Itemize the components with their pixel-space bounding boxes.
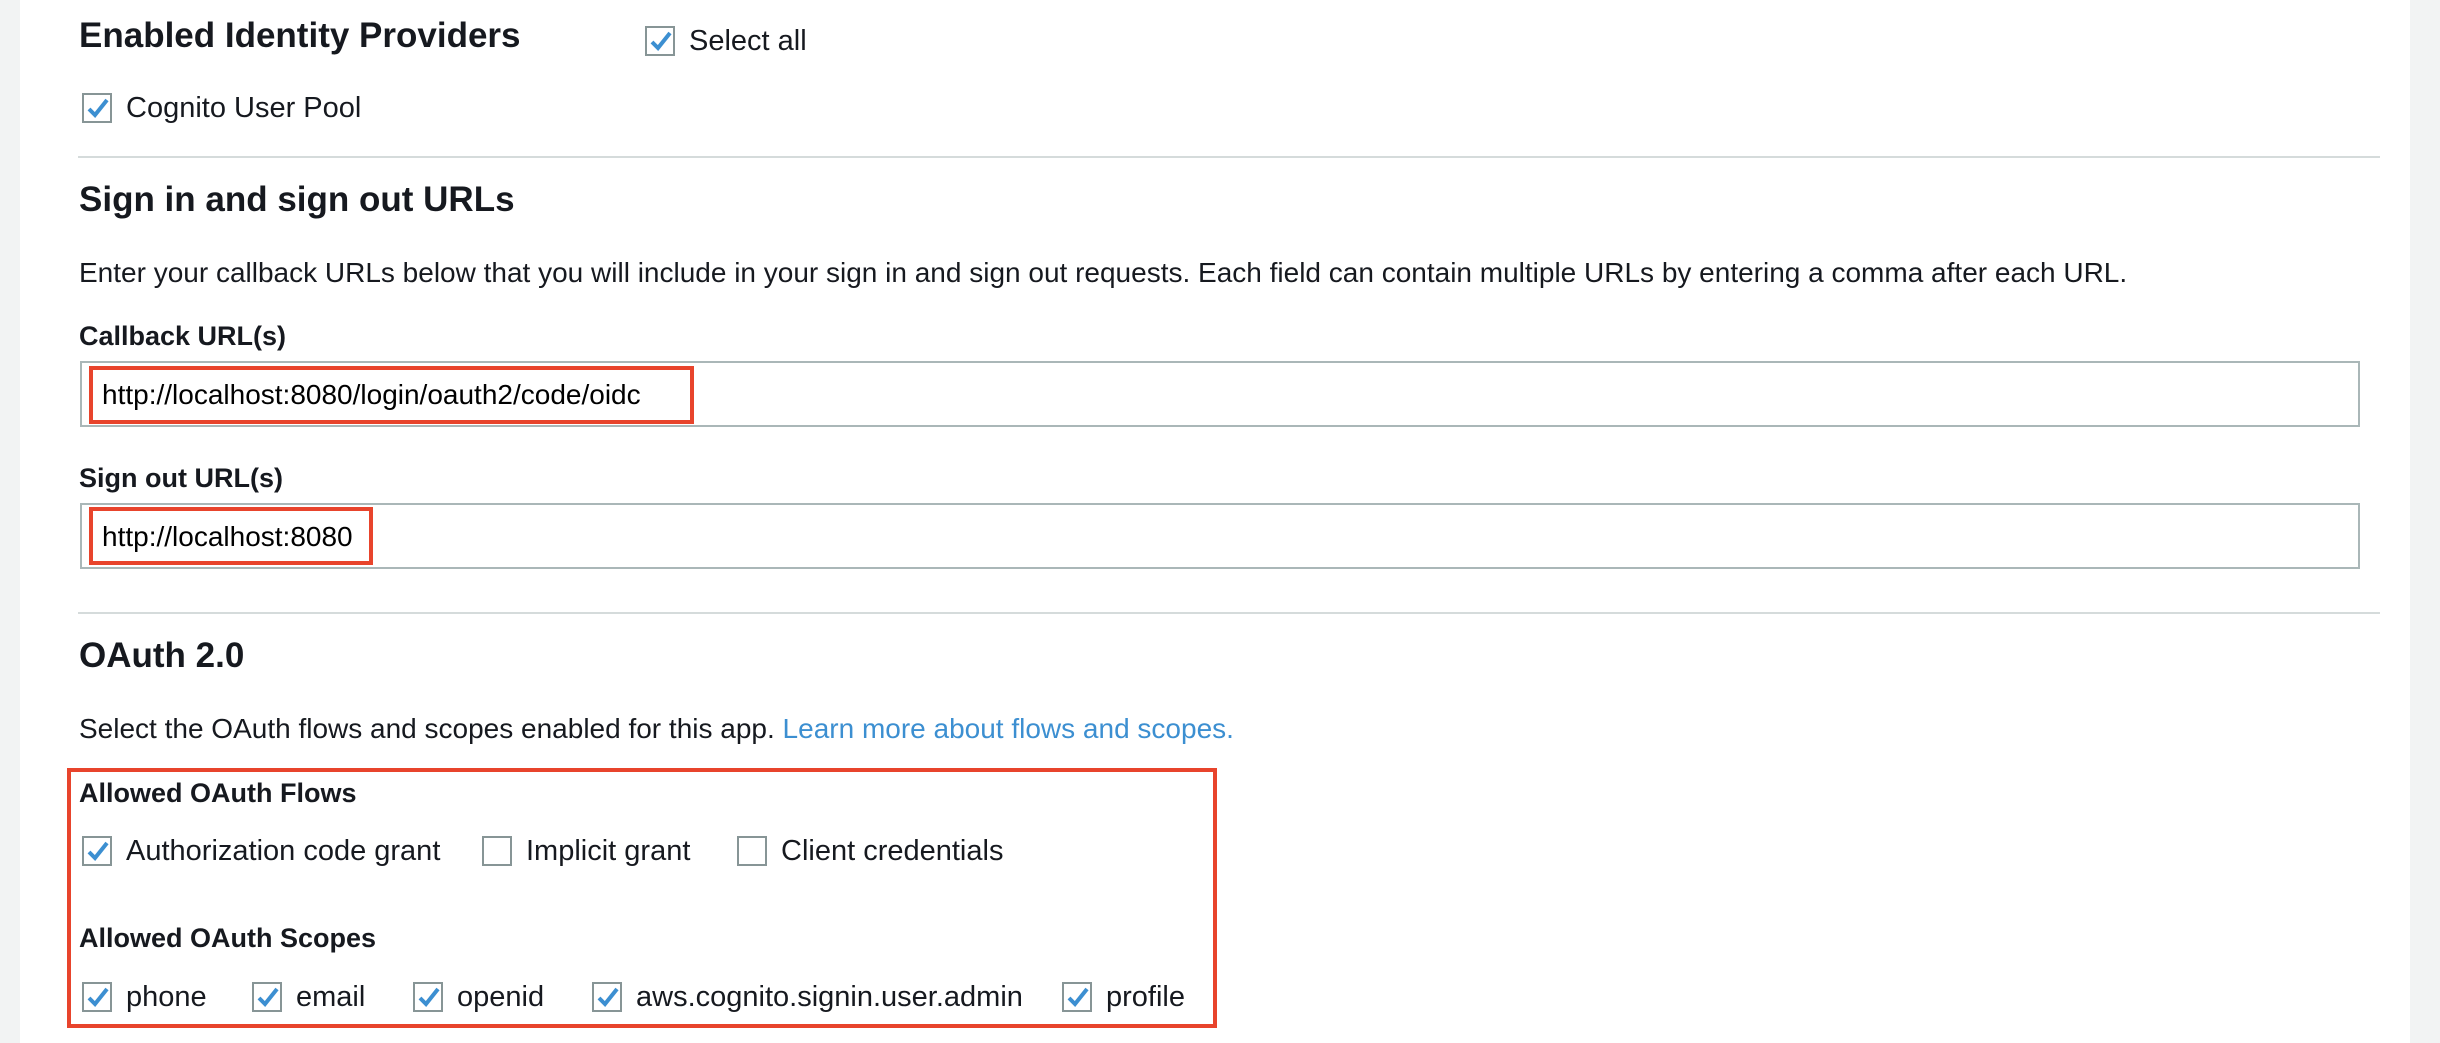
scope-openid-checkbox[interactable]: openid [413,980,544,1014]
checkbox-box[interactable] [737,836,767,866]
allowed-flows-label: Allowed OAuth Flows [79,778,357,808]
checkbox-box[interactable] [482,836,512,866]
flow-label: Implicit grant [526,835,691,867]
checkmark-icon [650,31,672,51]
flow-implicit-grant-checkbox[interactable]: Implicit grant [482,834,690,868]
scope-phone-checkbox[interactable]: phone [82,980,207,1014]
provider-label: Cognito User Pool [126,92,362,124]
identity-providers-heading: Enabled Identity Providers [79,16,521,55]
oauth-description: Select the OAuth flows and scopes enable… [79,713,775,744]
allowed-scopes-label: Allowed OAuth Scopes [79,923,377,953]
learn-more-link[interactable]: Learn more about flows and scopes. [783,713,1234,744]
app-client-settings-panel: Enabled Identity Providers Select all Co… [20,0,2410,1043]
scope-label: openid [457,981,545,1013]
signout-url-label: Sign out URL(s) [79,463,283,493]
scope-label: profile [1106,981,1185,1013]
signout-url-highlight [89,507,373,565]
checkbox-box[interactable] [645,26,675,56]
callback-url-highlight [89,366,694,424]
checkbox-box[interactable] [82,982,112,1012]
checkbox-box[interactable] [592,982,622,1012]
checkbox-box[interactable] [82,836,112,866]
select-all-checkbox[interactable]: Select all [645,24,807,58]
checkbox-box[interactable] [82,93,112,123]
checkbox-box[interactable] [413,982,443,1012]
checkmark-icon [418,987,440,1007]
scope-label: aws.cognito.signin.user.admin [636,981,1023,1013]
flow-client-credentials-checkbox[interactable]: Client credentials [737,834,1003,868]
select-all-label: Select all [689,25,807,57]
sign-urls-description: Enter your callback URLs below that you … [79,257,2128,288]
callback-url-label: Callback URL(s) [79,321,287,351]
section-divider [78,156,2380,158]
sign-urls-heading: Sign in and sign out URLs [79,180,515,219]
signout-url-input[interactable]: http://localhost:8080 [80,503,2360,569]
flow-label: Authorization code grant [126,835,441,867]
scope-profile-checkbox[interactable]: profile [1062,980,1185,1014]
checkbox-box[interactable] [252,982,282,1012]
checkmark-icon [87,98,109,118]
checkmark-icon [257,987,279,1007]
scope-label: phone [126,981,207,1013]
checkmark-icon [1067,987,1089,1007]
oauth-heading: OAuth 2.0 [79,636,245,675]
scope-email-checkbox[interactable]: email [252,980,365,1014]
oauth-description-line: Select the OAuth flows and scopes enable… [79,712,1234,746]
checkmark-icon [87,987,109,1007]
flow-label: Client credentials [781,835,1004,867]
checkmark-icon [597,987,619,1007]
checkmark-icon [87,841,109,861]
section-divider [78,612,2380,614]
scope-label: email [296,981,366,1013]
scope-aws-cognito-signin-user-admin-checkbox[interactable]: aws.cognito.signin.user.admin [592,980,1023,1014]
checkbox-box[interactable] [1062,982,1092,1012]
flow-authorization-code-grant-checkbox[interactable]: Authorization code grant [82,834,440,868]
provider-cognito-user-pool-checkbox[interactable]: Cognito User Pool [82,91,361,125]
